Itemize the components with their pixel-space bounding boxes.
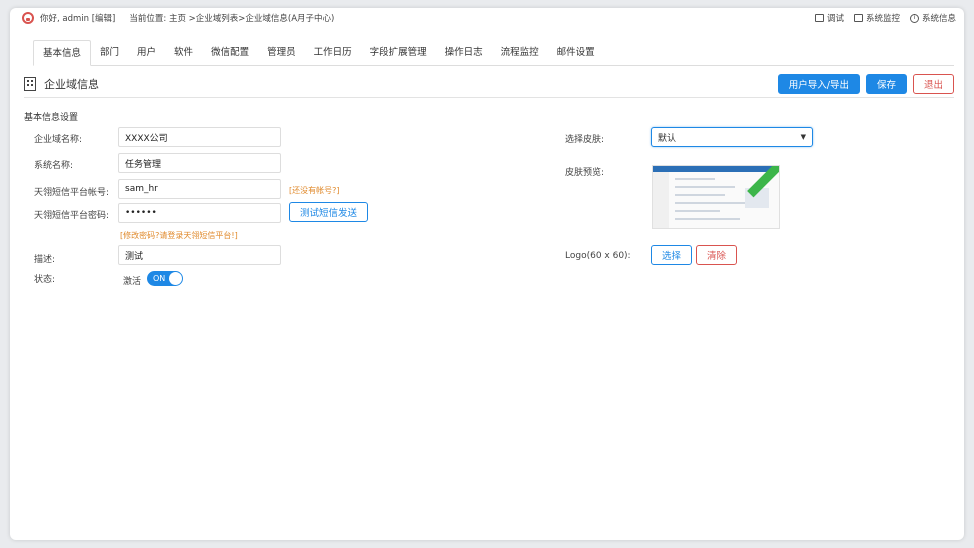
skin-preview-image (652, 165, 780, 229)
top-bar: 你好, admin [编辑] 当前位置: 主页 >企业域列表>企业域信息(A月子… (10, 8, 964, 28)
tab-basic-info[interactable]: 基本信息 (33, 40, 92, 66)
preview-line (675, 194, 725, 196)
system-name-label: 系统名称: (34, 161, 74, 171)
header-actions: 用户导入/导出 保存 退出 (777, 73, 954, 94)
tab-operation-log[interactable]: 操作日志 (436, 40, 492, 66)
page-title: 企业域信息 (44, 77, 99, 91)
skin-select-value: 默认 (658, 133, 677, 144)
tab-work-calendar[interactable]: 工作日历 (305, 40, 361, 66)
preview-line (675, 218, 740, 220)
page-header: 企业域信息 用户导入/导出 保存 退出 (24, 70, 954, 98)
preview-line (675, 210, 720, 212)
info-icon: i (909, 13, 919, 23)
sms-account-label: 天翎短信平台帐号: (34, 188, 110, 198)
status-label: 状态: (34, 275, 56, 285)
debug-label: 调试 (826, 14, 844, 24)
status-text: 激活 (123, 277, 142, 287)
logo-label: Logo(60 x 60): (565, 251, 631, 261)
tab-wechat-config[interactable]: 微信配置 (202, 40, 258, 66)
sms-password-input[interactable]: •••••• (118, 203, 281, 223)
import-export-button[interactable]: 用户导入/导出 (777, 73, 860, 94)
tab-department[interactable]: 部门 (91, 40, 128, 66)
section-title: 基本信息设置 (24, 113, 79, 123)
building-icon (24, 76, 36, 91)
toggle-knob (169, 272, 182, 285)
status-toggle[interactable]: ON (147, 271, 183, 286)
preview-topbar (653, 166, 779, 172)
logo-select-button[interactable]: 选择 (651, 245, 693, 265)
description-label: 描述: (34, 255, 56, 265)
tab-users[interactable]: 用户 (128, 40, 165, 66)
system-name-input[interactable]: 任务管理 (118, 153, 281, 173)
tab-flow-monitor[interactable]: 流程监控 (492, 40, 548, 66)
tab-bar: 基本信息 部门 用户 软件 微信配置 管理员 工作日历 字段扩展管理 操作日志 … (33, 40, 954, 66)
tab-field-extension[interactable]: 字段扩展管理 (361, 40, 436, 66)
skin-label: 选择皮肤: (565, 135, 605, 145)
breadcrumb: 当前位置: 主页 >企业域列表>企业域信息(A月子中心) (129, 14, 335, 24)
skin-preview-label: 皮肤预览: (565, 168, 605, 178)
test-sms-button[interactable]: 测试短信发送 (289, 202, 369, 222)
logo-clear-button[interactable]: 清除 (696, 245, 738, 265)
monitor-label: 系统监控 (865, 14, 900, 24)
sms-password-label: 天翎短信平台密码: (34, 211, 110, 221)
user-greeting[interactable]: 你好, admin [编辑] (40, 12, 115, 24)
top-actions: 调试 系统监控 i 系统信息 (814, 12, 956, 24)
save-button[interactable]: 保存 (865, 73, 907, 94)
description-input[interactable]: 测试 (118, 245, 281, 265)
preview-line (675, 186, 735, 188)
toggle-text: ON (153, 274, 166, 283)
chevron-down-icon: ▼ (800, 133, 806, 141)
tab-software[interactable]: 软件 (165, 40, 202, 66)
tab-administrators[interactable]: 管理员 (258, 40, 305, 66)
preview-line (675, 202, 745, 204)
preview-line (675, 178, 715, 180)
monitor-icon (853, 14, 863, 22)
main-window: 你好, admin [编辑] 当前位置: 主页 >企业域列表>企业域信息(A月子… (10, 8, 964, 540)
debug-link[interactable]: 调试 (814, 12, 844, 24)
preview-sidebar (653, 172, 669, 228)
monitor-link[interactable]: 系统监控 (853, 12, 900, 24)
no-account-link[interactable]: [还没有帐号?] (289, 185, 340, 196)
tab-mail-settings[interactable]: 邮件设置 (548, 40, 604, 66)
domain-name-input[interactable]: XXXX公司 (118, 127, 281, 147)
exit-button[interactable]: 退出 (912, 73, 954, 94)
system-info-label: 系统信息 (921, 14, 956, 24)
domain-name-label: 企业域名称: (34, 135, 83, 145)
app-logo-icon (22, 12, 34, 24)
debug-icon (814, 14, 824, 22)
skin-select[interactable]: 默认 ▼ (651, 127, 813, 147)
system-info-link[interactable]: i 系统信息 (909, 12, 956, 24)
sms-account-input[interactable]: sam_hr (118, 179, 281, 199)
change-password-link[interactable]: [修改密码?请登录天翎短信平台!] (120, 230, 238, 241)
